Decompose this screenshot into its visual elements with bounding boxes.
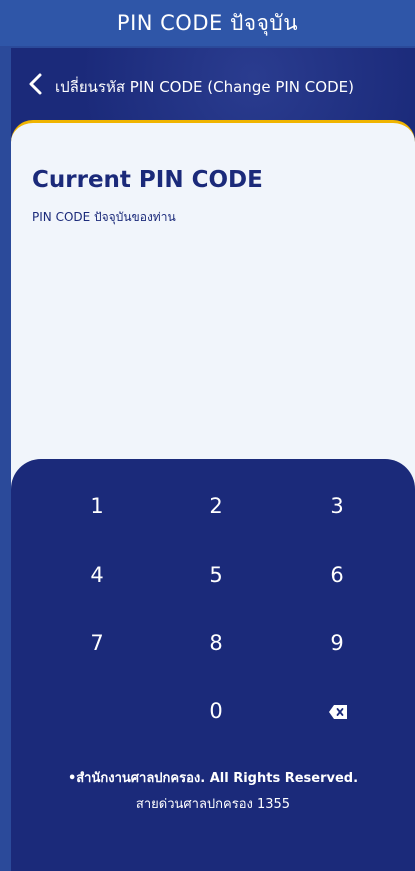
key-8[interactable]: 8 [176,621,256,665]
footer-hotline: สายด่วนศาลปกครอง 1355 [135,797,291,812]
sheet-subtitle: PIN CODE ปัจจุบันของท่าน [32,210,176,224]
key-6[interactable]: 6 [297,553,377,597]
sheet-title: Current PIN CODE [32,167,263,193]
chevron-left-icon [29,73,42,95]
key-1[interactable]: 1 [57,484,137,528]
header-title: เปลี่ยนรหัส PIN CODE (Change PIN CODE) [55,78,354,96]
key-5[interactable]: 5 [176,553,256,597]
key-9[interactable]: 9 [297,621,377,665]
backspace-button[interactable] [329,704,347,719]
key-3[interactable]: 3 [297,484,377,528]
window-title: PIN CODE ปัจจุบัน [0,0,415,46]
header: เปลี่ยนรหัส PIN CODE (Change PIN CODE) [11,48,415,120]
key-4[interactable]: 4 [57,553,137,597]
key-0[interactable]: 0 [176,689,256,733]
back-button[interactable] [24,72,48,96]
backspace-icon [329,705,347,719]
footer-copyright: •สำนักงานศาลปกครอง. All Rights Reserved. [67,771,359,786]
key-7[interactable]: 7 [57,621,137,665]
app-frame: เปลี่ยนรหัส PIN CODE (Change PIN CODE) C… [11,48,415,871]
keypad: 1 2 3 4 5 6 7 8 9 0 •สำนักงานศาลปกครอง. … [11,459,415,871]
key-2[interactable]: 2 [176,484,256,528]
